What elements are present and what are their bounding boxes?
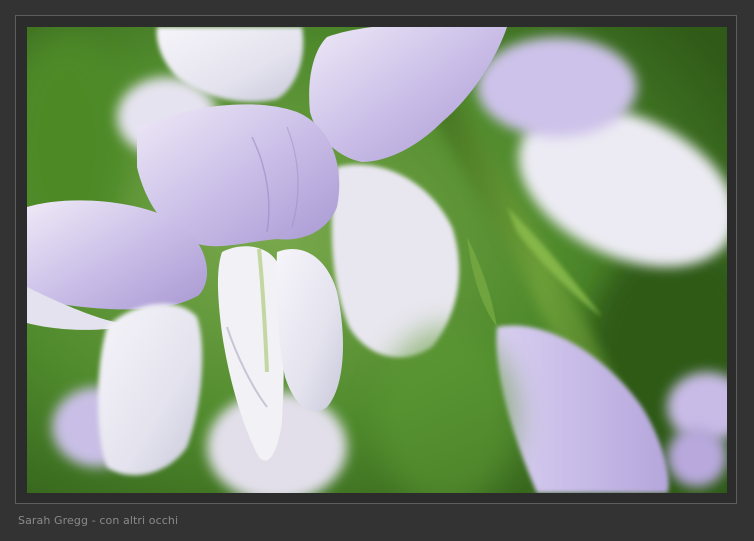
flower-photo-illustration — [27, 27, 727, 493]
photo-caption: Sarah Gregg - con altri occhi — [18, 514, 179, 527]
page: Sarah Gregg - con altri occhi — [0, 0, 754, 541]
flower-photo — [27, 27, 727, 493]
